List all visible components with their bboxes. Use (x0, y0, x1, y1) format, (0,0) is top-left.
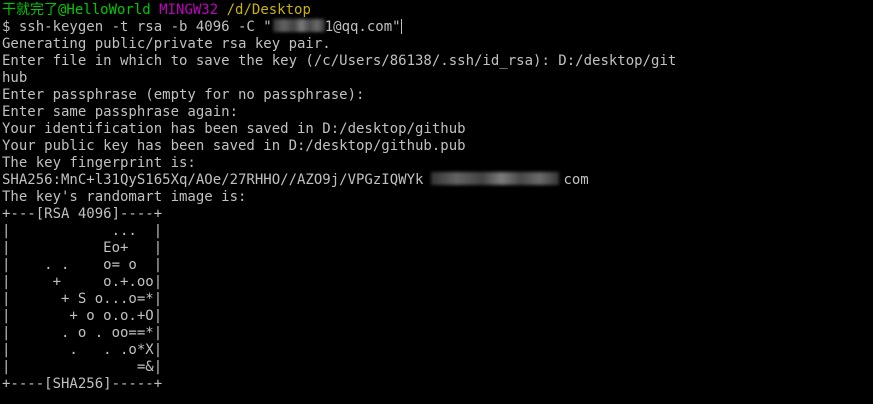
prompt-line: 干就完了@HelloWorld MINGW32 /d/Desktop (2, 2, 873, 19)
output-enter-file: Enter file in which to save the key (/c/… (2, 53, 677, 69)
randomart-line: | =&| (2, 359, 163, 375)
fingerprint-suffix: com (563, 172, 589, 188)
output-identification: Your identification has been saved in D:… (2, 121, 466, 137)
command-line[interactable]: $ ssh-keygen -t rsa -b 4096 -C " 1@qq.com… (2, 19, 873, 36)
text-cursor (400, 19, 402, 34)
fingerprint-prefix: SHA256:MnC+l31QyS165Xq/AOe/27RHHO//AZO9j… (2, 172, 424, 188)
command-email-suffix: 1@qq.com" (324, 19, 401, 35)
output-public-key: Your public key has been saved in D:/des… (2, 138, 466, 154)
terminal-window[interactable]: 干就完了@HelloWorld MINGW32 /d/Desktop $ ssh… (0, 0, 873, 404)
randomart-line: | . o . oo==*| (2, 325, 163, 341)
randomart-line: | + o o.o.+O| (2, 308, 163, 324)
randomart-line: +---[RSA 4096]----+ (2, 206, 163, 222)
randomart-line: +----[SHA256]-----+ (2, 376, 163, 392)
randomart-line: | ... | (2, 223, 163, 239)
output-enter-file-cont: hub (2, 70, 28, 86)
output-enter-same: Enter same passphrase again: (2, 104, 239, 120)
output-generating: Generating public/private rsa key pair. (2, 36, 331, 52)
randomart-line: | + o.+.oo| (2, 274, 163, 290)
prompt-path: /d/Desktop (226, 2, 311, 18)
command-prefix: $ ssh-keygen -t rsa -b 4096 -C " (2, 19, 272, 35)
fingerprint-line: SHA256:MnC+l31QyS165Xq/AOe/27RHHO//AZO9j… (2, 172, 873, 189)
randomart-line: | Eo+ | (2, 240, 163, 256)
randomart-line: | . . o= o | (2, 257, 163, 273)
output-randomart-label: The key's randomart image is: (2, 189, 247, 205)
randomart-line: | . . .o*X| (2, 342, 163, 358)
output-fingerprint-label: The key fingerprint is: (2, 155, 196, 171)
prompt-user-host: 干就完了@HelloWorld (2, 2, 151, 18)
redacted-fingerprint-blur (431, 172, 560, 185)
output-enter-passphrase: Enter passphrase (empty for no passphras… (2, 87, 365, 103)
randomart-line: | + S o...o=*| (2, 291, 163, 307)
prompt-system: MINGW32 (159, 2, 219, 18)
randomart-block: +---[RSA 4096]----+ | ... | | Eo+ | | . … (2, 206, 873, 393)
redacted-email-blur (272, 19, 325, 32)
